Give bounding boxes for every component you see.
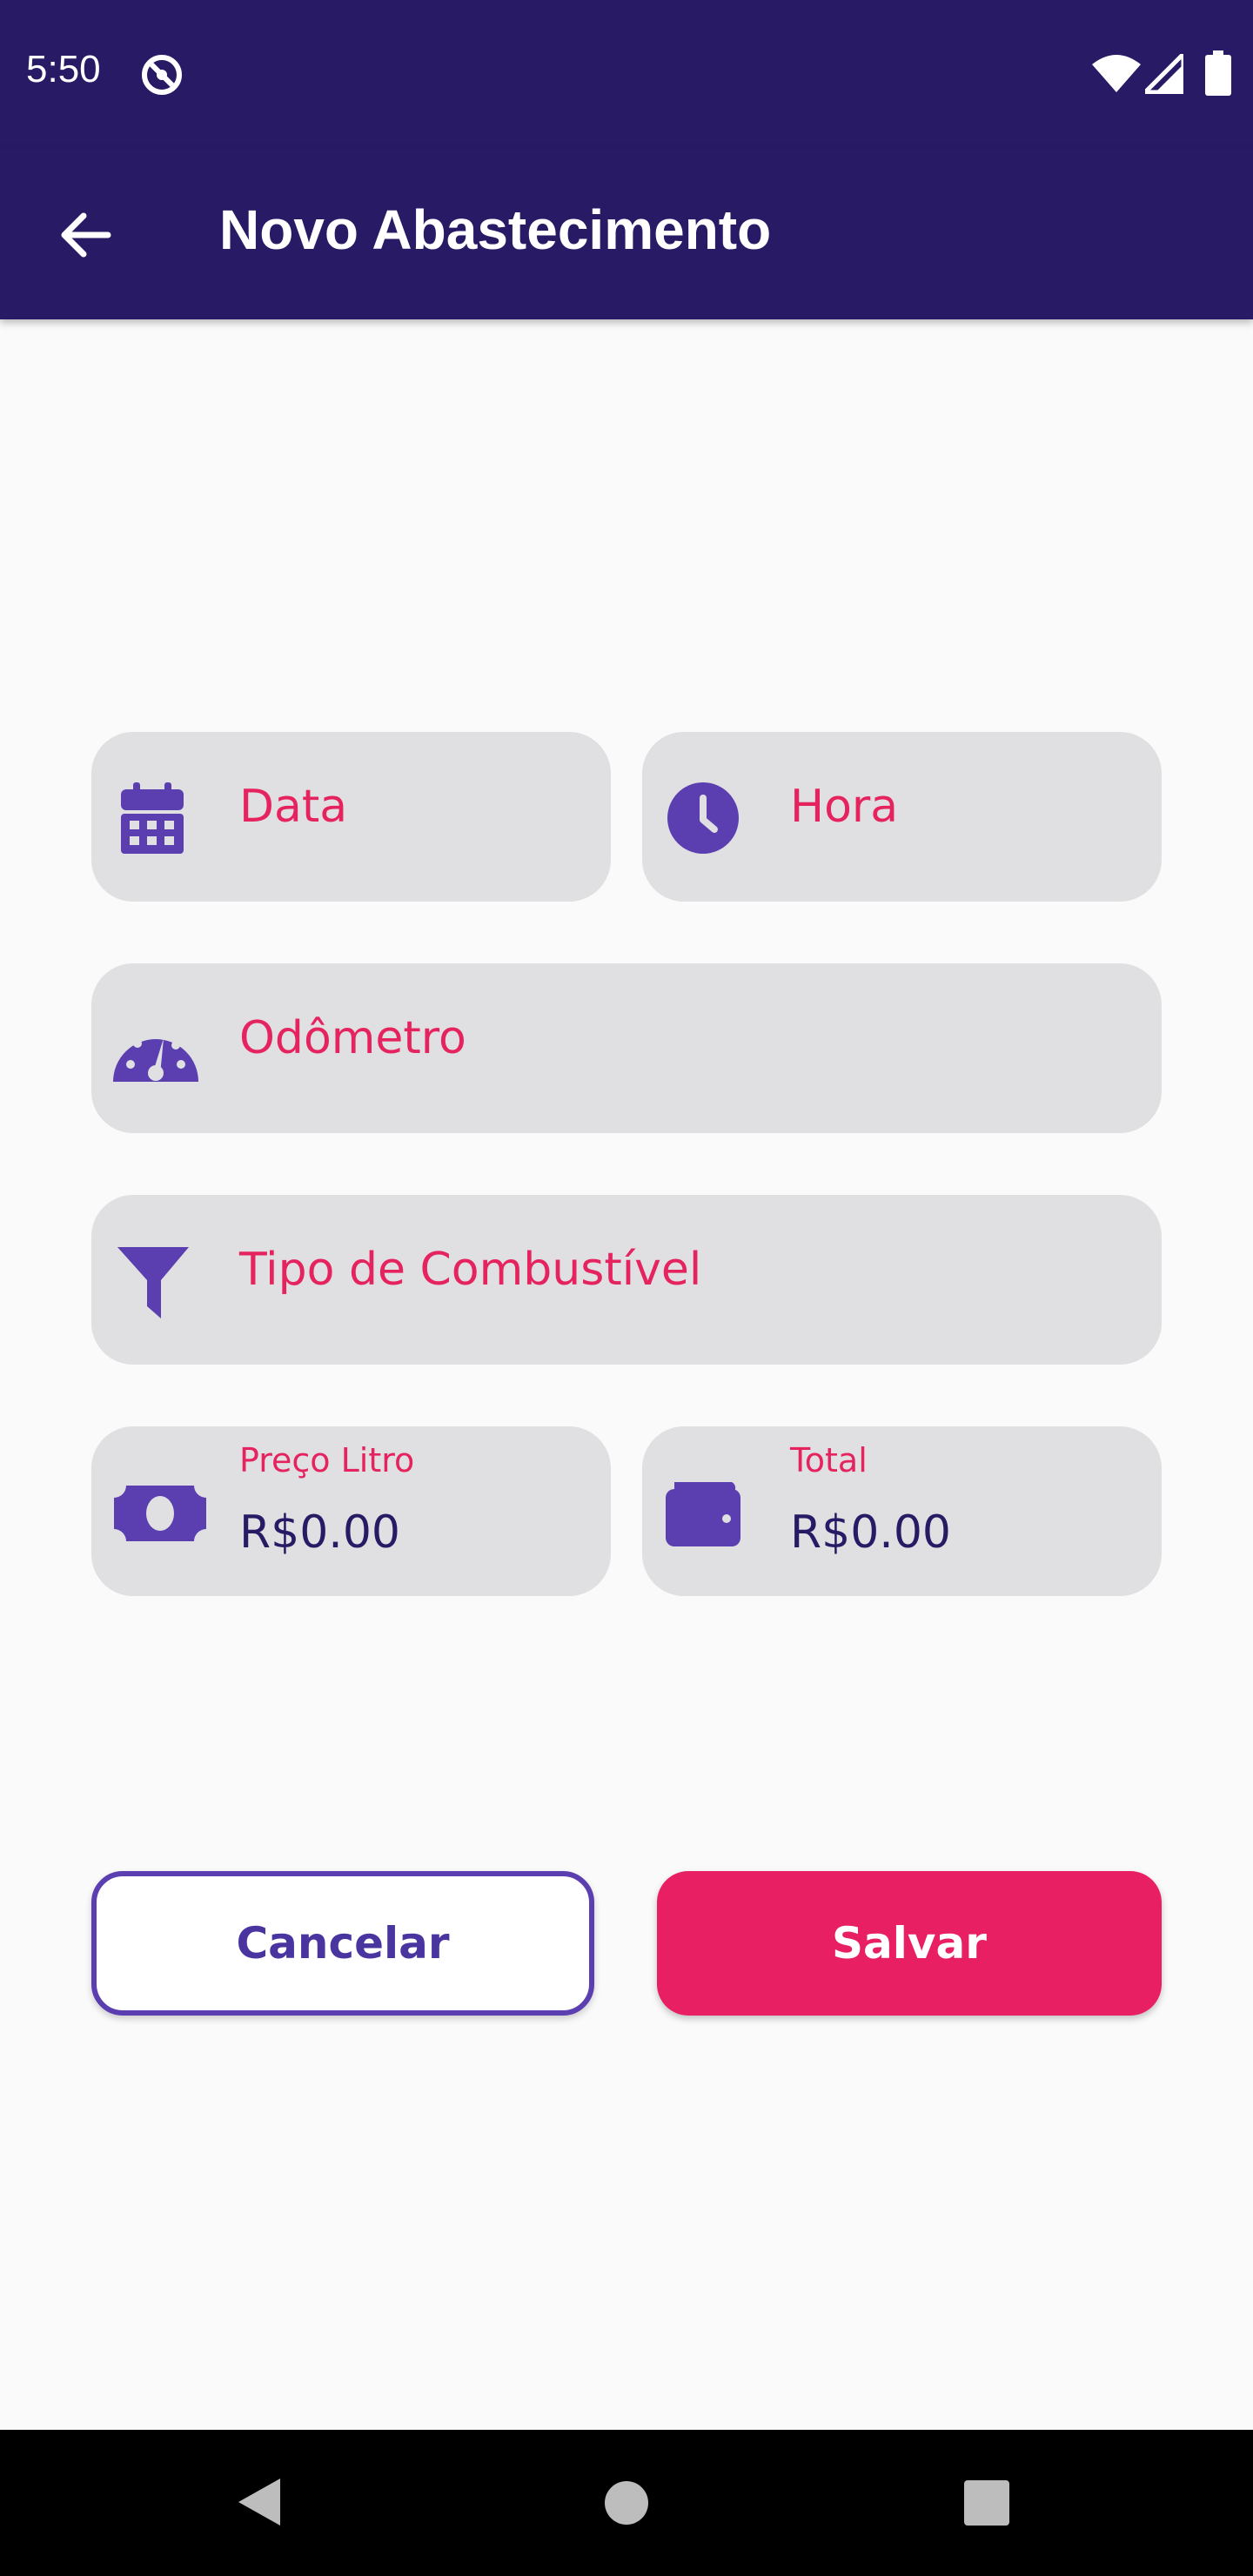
battery-icon [1205, 50, 1231, 96]
system-nav-bar [0, 2430, 1253, 2576]
total-value: R$0.00 [790, 1506, 951, 1559]
total-field[interactable]: Total R$0.00 [642, 1426, 1162, 1596]
price-per-liter-field[interactable]: Preço Litro R$0.00 [91, 1426, 611, 1596]
odometer-field[interactable]: Odômetro [91, 963, 1162, 1133]
signal-icon [1145, 54, 1183, 94]
price-per-liter-value: R$0.00 [239, 1506, 400, 1559]
funnel-icon [117, 1247, 189, 1318]
wallet-icon [666, 1482, 740, 1546]
cancel-button[interactable]: Cancelar [91, 1871, 594, 2016]
page-title: Novo Abastecimento [219, 198, 772, 261]
fuel-type-placeholder: Tipo de Combustível [239, 1244, 702, 1296]
price-per-liter-label: Preço Litro [239, 1441, 415, 1479]
fuel-type-field[interactable]: Tipo de Combustível [91, 1195, 1162, 1365]
nav-home-icon[interactable] [604, 2480, 649, 2526]
nav-back-icon[interactable] [237, 2477, 282, 2527]
speedometer-icon [113, 1029, 198, 1082]
nav-recents-icon[interactable] [964, 2480, 1009, 2526]
time-placeholder: Hora [790, 781, 899, 833]
date-placeholder: Data [239, 781, 348, 833]
money-bill-icon [114, 1486, 206, 1541]
save-button[interactable]: Salvar [657, 1871, 1162, 2016]
time-field[interactable]: Hora [642, 732, 1162, 902]
status-time: 5:50 [26, 48, 101, 91]
app-bar: Novo Abastecimento [0, 148, 1253, 319]
clock-icon [667, 782, 739, 854]
date-field[interactable]: Data [91, 732, 611, 902]
hotspot-icon [142, 55, 182, 95]
total-label: Total [790, 1441, 868, 1479]
status-bar: 5:50 [0, 0, 1253, 148]
odometer-placeholder: Odômetro [239, 1012, 466, 1064]
calendar-icon [121, 782, 184, 854]
wifi-icon [1092, 55, 1141, 92]
arrow-back-icon[interactable] [59, 211, 111, 259]
